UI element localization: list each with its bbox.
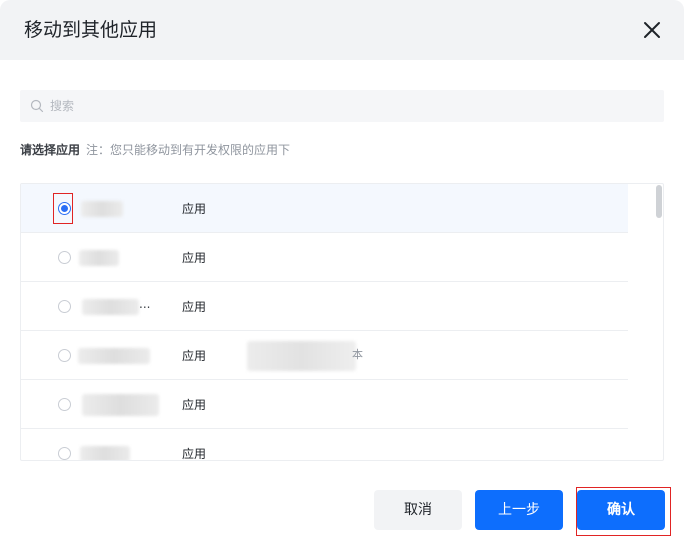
radio-button[interactable] [58, 251, 71, 264]
list-item[interactable]: 应用 [21, 233, 628, 282]
app-name-redacted [78, 348, 150, 364]
app-name-redacted [82, 299, 139, 315]
cancel-button[interactable]: 取消 [374, 490, 462, 530]
radio-button[interactable] [58, 300, 71, 313]
close-icon [644, 22, 660, 38]
scrollbar-thumb[interactable] [656, 185, 662, 218]
dialog-title: 移动到其他应用 [24, 19, 158, 41]
app-type-label: 应用 [182, 398, 207, 412]
description-trailing-glyph: 本 [352, 348, 363, 361]
list-item[interactable]: 应用 [21, 380, 628, 429]
list-item[interactable]: 应用 [21, 184, 628, 233]
list-scrollbar[interactable] [655, 184, 663, 460]
app-type-label: 应用 [182, 251, 207, 265]
app-type-label: 应用 [182, 349, 207, 363]
select-app-label: 请选择应用 [20, 143, 81, 157]
list-item[interactable]: 应用 本 [21, 331, 628, 380]
radio-button[interactable] [58, 398, 71, 411]
app-name-redacted [80, 446, 130, 460]
app-name-redacted [82, 394, 159, 416]
app-name-redacted [81, 201, 123, 217]
search-icon [30, 99, 44, 113]
app-list[interactable]: 应用 应用 ... 应用 应用 本 应用 应用 [20, 183, 664, 461]
previous-step-button[interactable]: 上一步 [475, 490, 563, 530]
close-button[interactable] [642, 20, 662, 40]
app-type-label: 应用 [182, 447, 207, 461]
app-description-redacted [247, 341, 356, 371]
app-type-label: 应用 [182, 300, 207, 314]
move-to-app-dialog: 移动到其他应用 请选择应用注：您只能移动到有开发权限的应用下 应用 应用 [0, 0, 684, 547]
radio-highlight-box [53, 193, 73, 224]
search-input[interactable] [50, 90, 650, 122]
app-name-redacted [79, 250, 119, 266]
radio-button[interactable] [58, 349, 71, 362]
dialog-header: 移动到其他应用 [0, 0, 684, 60]
name-ellipsis: ... [139, 297, 151, 311]
radio-button[interactable] [58, 447, 71, 460]
search-box[interactable] [20, 90, 664, 122]
list-item[interactable]: 应用 [21, 429, 628, 461]
list-item[interactable]: ... 应用 [21, 282, 628, 331]
app-type-label: 应用 [182, 202, 207, 216]
confirm-highlight-box [576, 487, 671, 536]
selection-label-row: 请选择应用 注：您只能移动到有开发权限的应用下 [20, 141, 290, 159]
permission-note: 注：您只能移动到有开发权限的应用下 [86, 143, 291, 157]
